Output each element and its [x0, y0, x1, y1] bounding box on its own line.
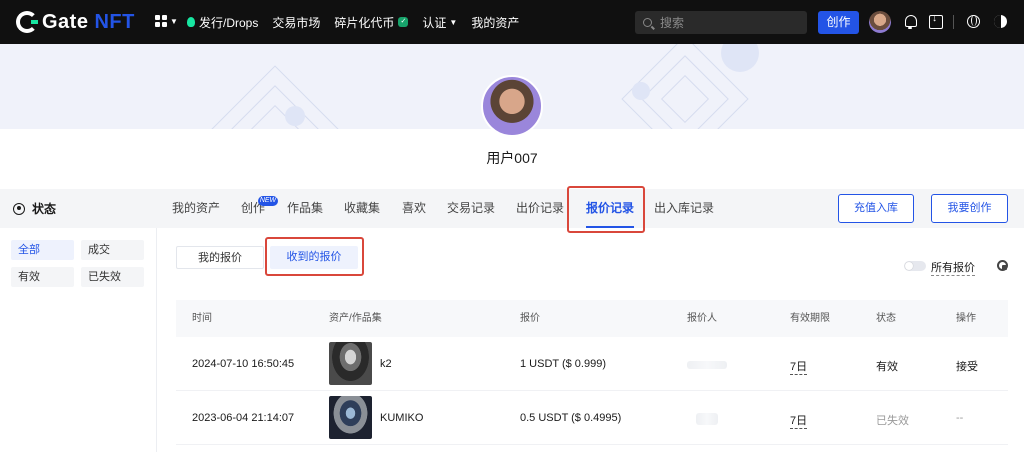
tab-create[interactable]: 创作 [241, 189, 265, 228]
column-asset: 资产/作品集 [329, 313, 382, 324]
table-row: 2023-06-04 21:14:07 KUMIKO 0.5 USDT ($ 0… [176, 391, 1008, 445]
nav-my-assets[interactable]: 我的资产 [471, 14, 519, 31]
row-time: 2024-07-10 16:50:45 [192, 358, 295, 370]
banner-decoration [721, 44, 759, 72]
tab-deposit-withdraw[interactable]: 出入库记录 [654, 189, 714, 228]
apps-grid-icon [155, 15, 167, 27]
deposit-button[interactable]: 充值入库 [838, 194, 914, 223]
offerer-blurred [696, 413, 718, 425]
create-button[interactable]: 创作 [818, 11, 859, 34]
filter-valid[interactable]: 有效 [11, 267, 74, 287]
create-nft-button[interactable]: 我要创作 [931, 194, 1008, 223]
filter-all[interactable]: 全部 [11, 240, 74, 260]
filter-expired[interactable]: 已失效 [81, 267, 144, 287]
nav-divider [953, 15, 954, 29]
search-input[interactable] [660, 15, 800, 30]
row-status: 有效 [876, 361, 898, 373]
tab-my-assets[interactable]: 我的资产 [172, 189, 220, 228]
status-icon [13, 202, 25, 215]
tab-transactions[interactable]: 交易记录 [447, 189, 495, 228]
bell-icon[interactable] [902, 14, 918, 30]
tab-favorite-collections[interactable]: 收藏集 [344, 189, 380, 228]
highlight-box-received-offers [265, 237, 364, 276]
row-offer: 0.5 USDT ($ 0.4995) [520, 412, 622, 424]
settings-icon[interactable] [995, 258, 1008, 271]
status-filter-panel: 全部 成交 有效 已失效 [0, 228, 157, 452]
nav-drops[interactable]: 发行/Drops [187, 14, 258, 31]
logo-nft-text: NFT [94, 10, 135, 33]
row-status: 已失效 [876, 415, 909, 427]
gate-nft-logo[interactable]: Gate NFT [16, 10, 135, 34]
offerer-blurred [687, 361, 727, 369]
tab-collections[interactable]: 作品集 [287, 189, 323, 228]
new-badge: NEW [258, 196, 278, 206]
asset-thumbnail[interactable] [329, 342, 372, 385]
column-offer: 报价 [520, 313, 540, 324]
flame-icon [187, 17, 195, 27]
globe-icon[interactable] [966, 14, 982, 30]
row-asset-name[interactable]: KUMIKO [380, 412, 423, 424]
profile-avatar [481, 75, 543, 137]
status-filter-header: 状态 [0, 189, 157, 228]
highlight-box-offers-tab [567, 186, 645, 233]
user-avatar[interactable] [869, 11, 891, 33]
row-offer: 1 USDT ($ 0.999) [520, 358, 607, 370]
banner-decoration [632, 82, 650, 100]
row-action: -- [956, 412, 964, 424]
subtab-my-offers[interactable]: 我的报价 [176, 246, 264, 269]
row-validity: 7日 [790, 412, 808, 429]
gate-logo-icon [16, 11, 38, 33]
nav-marketplace[interactable]: 交易市场 [272, 14, 320, 31]
search-box[interactable] [635, 11, 807, 34]
nav-fractional-tokens[interactable]: 碎片化代币 ✓ [334, 14, 409, 31]
banner-decoration [285, 106, 305, 126]
profile-username: 用户007 [486, 150, 538, 166]
tab-likes[interactable]: 喜欢 [402, 189, 426, 228]
column-status: 状态 [876, 313, 896, 324]
column-offerer: 报价人 [687, 313, 717, 324]
apps-menu-button[interactable]: ▼ [155, 15, 178, 27]
filter-completed[interactable]: 成交 [81, 240, 144, 260]
all-offers-toggle[interactable] [904, 261, 926, 271]
theme-toggle-icon[interactable] [993, 14, 1009, 30]
column-time: 时间 [192, 313, 212, 324]
top-nav: Gate NFT ▼ 发行/Drops 交易市场 碎片化代币 ✓ 认证 ▼ 我的… [0, 0, 1024, 44]
row-asset-name[interactable]: k2 [380, 358, 392, 370]
token-badge-icon: ✓ [398, 17, 409, 27]
all-offers-label: 所有报价 [931, 259, 975, 276]
row-time: 2023-06-04 21:14:07 [192, 412, 295, 424]
column-action: 操作 [956, 313, 976, 324]
row-validity: 7日 [790, 358, 808, 375]
search-icon [643, 18, 652, 27]
asset-thumbnail[interactable] [329, 396, 372, 439]
status-filter-title: 状态 [32, 202, 57, 216]
table-row: 2024-07-10 16:50:45 k2 1 USDT ($ 0.999) … [176, 337, 1008, 391]
column-validity: 有效期限 [790, 313, 830, 324]
table-header: 时间 资产/作品集 报价 报价人 有效期限 状态 操作 [176, 300, 1008, 337]
nav-verification[interactable]: 认证 ▼ [422, 14, 457, 31]
caret-down-icon: ▼ [449, 17, 458, 27]
download-icon[interactable] [928, 13, 944, 30]
logo-text: Gate [42, 10, 89, 33]
accept-offer-link[interactable]: 接受 [956, 358, 978, 374]
tab-bids[interactable]: 出价记录 [516, 189, 564, 228]
caret-down-icon: ▼ [170, 16, 178, 26]
